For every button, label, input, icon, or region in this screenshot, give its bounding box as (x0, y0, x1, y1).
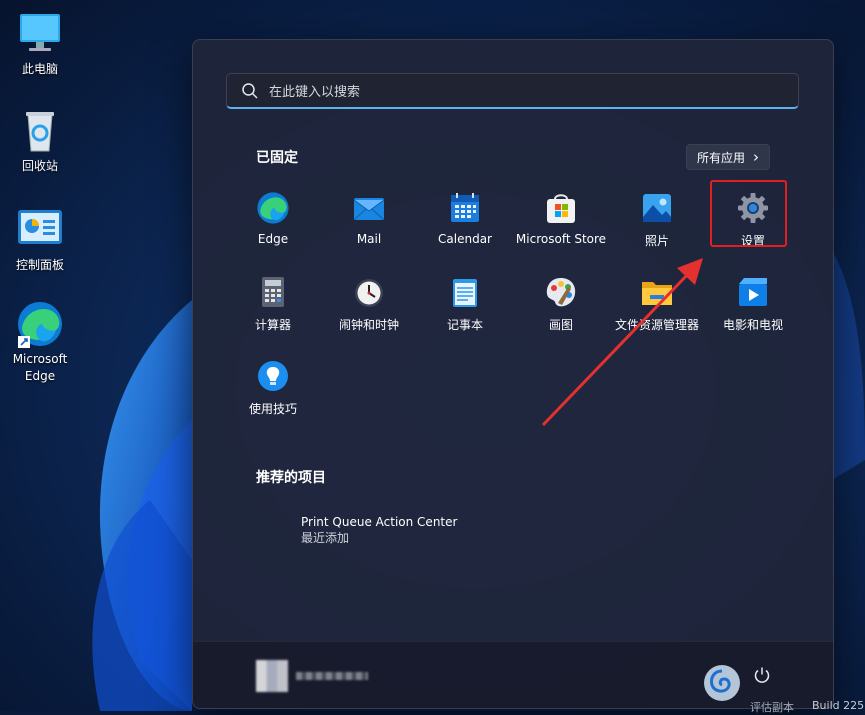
watermark-text-1: 评估副本 (750, 701, 794, 714)
annotation-arrow (541, 258, 703, 427)
watermark-logo-icon (704, 665, 740, 701)
watermark-text-2: Build 225 (812, 699, 865, 712)
